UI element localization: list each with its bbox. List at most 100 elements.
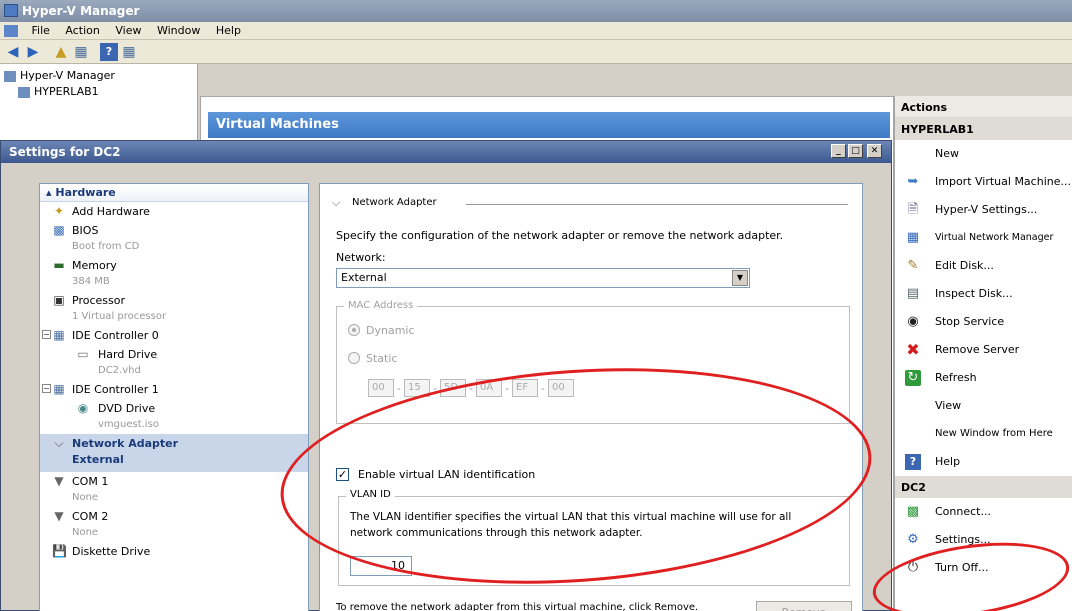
actions-server-section: HYPERLAB1 <box>895 118 1072 140</box>
tree-root-label: Hyper-V Manager <box>20 69 115 82</box>
static-radio[interactable] <box>348 352 360 364</box>
hw-network-adapter[interactable]: ⌵ Network Adapter External <box>40 434 308 472</box>
action-label: Help <box>935 455 961 468</box>
add-hardware-icon: ✦ <box>53 204 65 218</box>
show-action-pane-icon[interactable]: ▦ <box>120 43 138 61</box>
action-label: Stop Service <box>935 315 1005 328</box>
hw-label: Add Hardware <box>72 205 150 218</box>
back-icon[interactable]: ◀ <box>4 43 22 61</box>
action-new[interactable]: New <box>895 140 1072 168</box>
hyperv-app-icon <box>4 4 18 17</box>
action-label: View <box>935 399 962 412</box>
action-remove-server[interactable]: ✖ Remove Server <box>895 336 1072 364</box>
hw-bios[interactable]: ▩ BIOS <box>40 221 308 240</box>
hw-memory[interactable]: ▬ Memory <box>40 256 308 275</box>
hw-com1[interactable]: ▼ COM 1 <box>40 472 308 491</box>
actions-pane: Actions HYPERLAB1 New ➥ Import Virtual Ma… <box>894 96 1072 611</box>
menu-file[interactable]: File <box>26 22 56 39</box>
chevron-down-icon[interactable]: ▼ <box>732 270 748 286</box>
hw-dvd-drive[interactable]: ◉ DVD Drive <box>40 399 308 418</box>
window-title: Hyper-V Manager <box>22 4 140 18</box>
hw-ide-controller-0[interactable]: − ▦ IDE Controller 0 <box>40 326 308 345</box>
minimize-icon[interactable]: _ <box>831 144 846 158</box>
action-hyperv-settings[interactable]: 🗎 Hyper-V Settings... <box>895 196 1072 224</box>
network-label: Network: <box>336 251 386 264</box>
dynamic-radio[interactable] <box>348 324 360 336</box>
action-new-window[interactable]: New Window from Here <box>895 420 1072 448</box>
hw-label: Network Adapter <box>72 437 179 450</box>
collapse-icon: ▴ <box>46 186 56 199</box>
connect-icon: ▩ <box>906 504 920 519</box>
remove-button[interactable]: Remove <box>756 601 852 611</box>
tree-root[interactable]: Hyper-V Manager <box>4 68 193 84</box>
hw-ide-controller-1[interactable]: − ▦ IDE Controller 1 <box>40 380 308 399</box>
network-select[interactable]: External ▼ <box>336 268 750 288</box>
hw-com2[interactable]: ▼ COM 2 <box>40 507 308 526</box>
close-icon[interactable]: ✕ <box>867 144 882 158</box>
hw-diskette-drive[interactable]: 💾 Diskette Drive <box>40 542 308 561</box>
maximize-icon[interactable]: □ <box>848 144 863 158</box>
hw-label: Hard Drive <box>98 348 158 361</box>
hw-label: Diskette Drive <box>72 545 151 558</box>
hw-memory-detail: 384 MB <box>72 276 110 287</box>
hardware-list: ▴ Hardware ✦ Add Hardware ▩ BIOS Boot from… <box>39 183 309 611</box>
action-edit-disk[interactable]: ✎ Edit Disk... <box>895 252 1072 280</box>
processor-icon: ▣ <box>53 293 65 307</box>
action-help[interactable]: ? Help <box>895 448 1072 476</box>
mac-address-legend: MAC Address <box>344 300 418 311</box>
section-divider <box>466 204 848 205</box>
ide-controller-icon: ▦ <box>53 382 65 396</box>
action-label: Remove Server <box>935 343 1020 356</box>
hw-hard-drive[interactable]: ▭ Hard Drive <box>40 345 308 364</box>
action-label: Import Virtual Machine... <box>935 175 1071 188</box>
help-icon[interactable]: ? <box>100 43 118 61</box>
hw-processor[interactable]: ▣ Processor <box>40 291 308 310</box>
dvd-drive-icon: ◉ <box>77 401 89 415</box>
action-refresh[interactable]: ↻ Refresh <box>895 364 1072 392</box>
hw-label: Processor <box>72 294 125 307</box>
hw-add-hardware[interactable]: ✦ Add Hardware <box>40 202 308 221</box>
action-import-vm[interactable]: ➥ Import Virtual Machine... <box>895 168 1072 196</box>
menu-help[interactable]: Help <box>210 22 247 39</box>
mmc-icon <box>4 25 18 37</box>
action-label: Hyper-V Settings... <box>935 203 1038 216</box>
hw-label: COM 1 <box>72 475 109 488</box>
hw-label: IDE Controller 0 <box>72 329 159 342</box>
action-stop-service[interactable]: ◉ Stop Service <box>895 308 1072 336</box>
menu-window[interactable]: Window <box>151 22 206 39</box>
hw-label: IDE Controller 1 <box>72 383 159 396</box>
network-adapter-section-icon: ⌵ <box>332 196 341 209</box>
refresh-icon: ↻ <box>905 370 921 386</box>
section-title: Network Adapter <box>352 197 437 208</box>
hw-dvd-drive-detail: vmguest.iso <box>98 419 159 430</box>
bios-icon: ▩ <box>53 223 65 237</box>
import-icon: ➥ <box>907 174 919 189</box>
hw-com1-detail: None <box>72 492 99 503</box>
menu-bar: File Action View Window Help <box>0 22 1072 40</box>
action-inspect-disk[interactable]: ▤ Inspect Disk... <box>895 280 1072 308</box>
virtual-machines-header: Virtual Machines <box>208 112 890 138</box>
action-connect[interactable]: ▩ Connect... <box>895 498 1072 526</box>
action-label: Connect... <box>935 505 991 518</box>
mac-octet-field[interactable]: 00 <box>368 379 394 397</box>
toolbar: ◀ ▶ ▲ ▦ ? ▦ <box>0 40 1072 64</box>
dynamic-label: Dynamic <box>366 324 415 337</box>
up-folder-icon[interactable]: ▲ <box>52 43 70 61</box>
hardware-header[interactable]: ▴ Hardware <box>40 184 308 202</box>
com-port-icon: ▼ <box>54 509 64 523</box>
hardware-header-label: Hardware <box>55 186 116 199</box>
collapse-toggle-icon[interactable]: − <box>42 330 51 339</box>
hw-processor-detail: 1 Virtual processor <box>72 311 167 322</box>
tree-server[interactable]: HYPERLAB1 <box>4 84 193 100</box>
actions-vm-section: DC2 <box>895 476 1072 498</box>
collapse-toggle-icon[interactable]: − <box>42 384 51 393</box>
show-hide-tree-icon[interactable]: ▦ <box>72 43 90 61</box>
forward-icon[interactable]: ▶ <box>24 43 42 61</box>
edit-disk-icon: ✎ <box>907 258 919 273</box>
hw-network-adapter-detail: External <box>72 453 124 466</box>
action-view[interactable]: View <box>895 392 1072 420</box>
menu-action[interactable]: Action <box>59 22 105 39</box>
network-adapter-icon: ⌵ <box>54 436 64 450</box>
menu-view[interactable]: View <box>109 22 147 39</box>
action-virtual-network-manager[interactable]: ▦ Virtual Network Manager <box>895 224 1072 252</box>
